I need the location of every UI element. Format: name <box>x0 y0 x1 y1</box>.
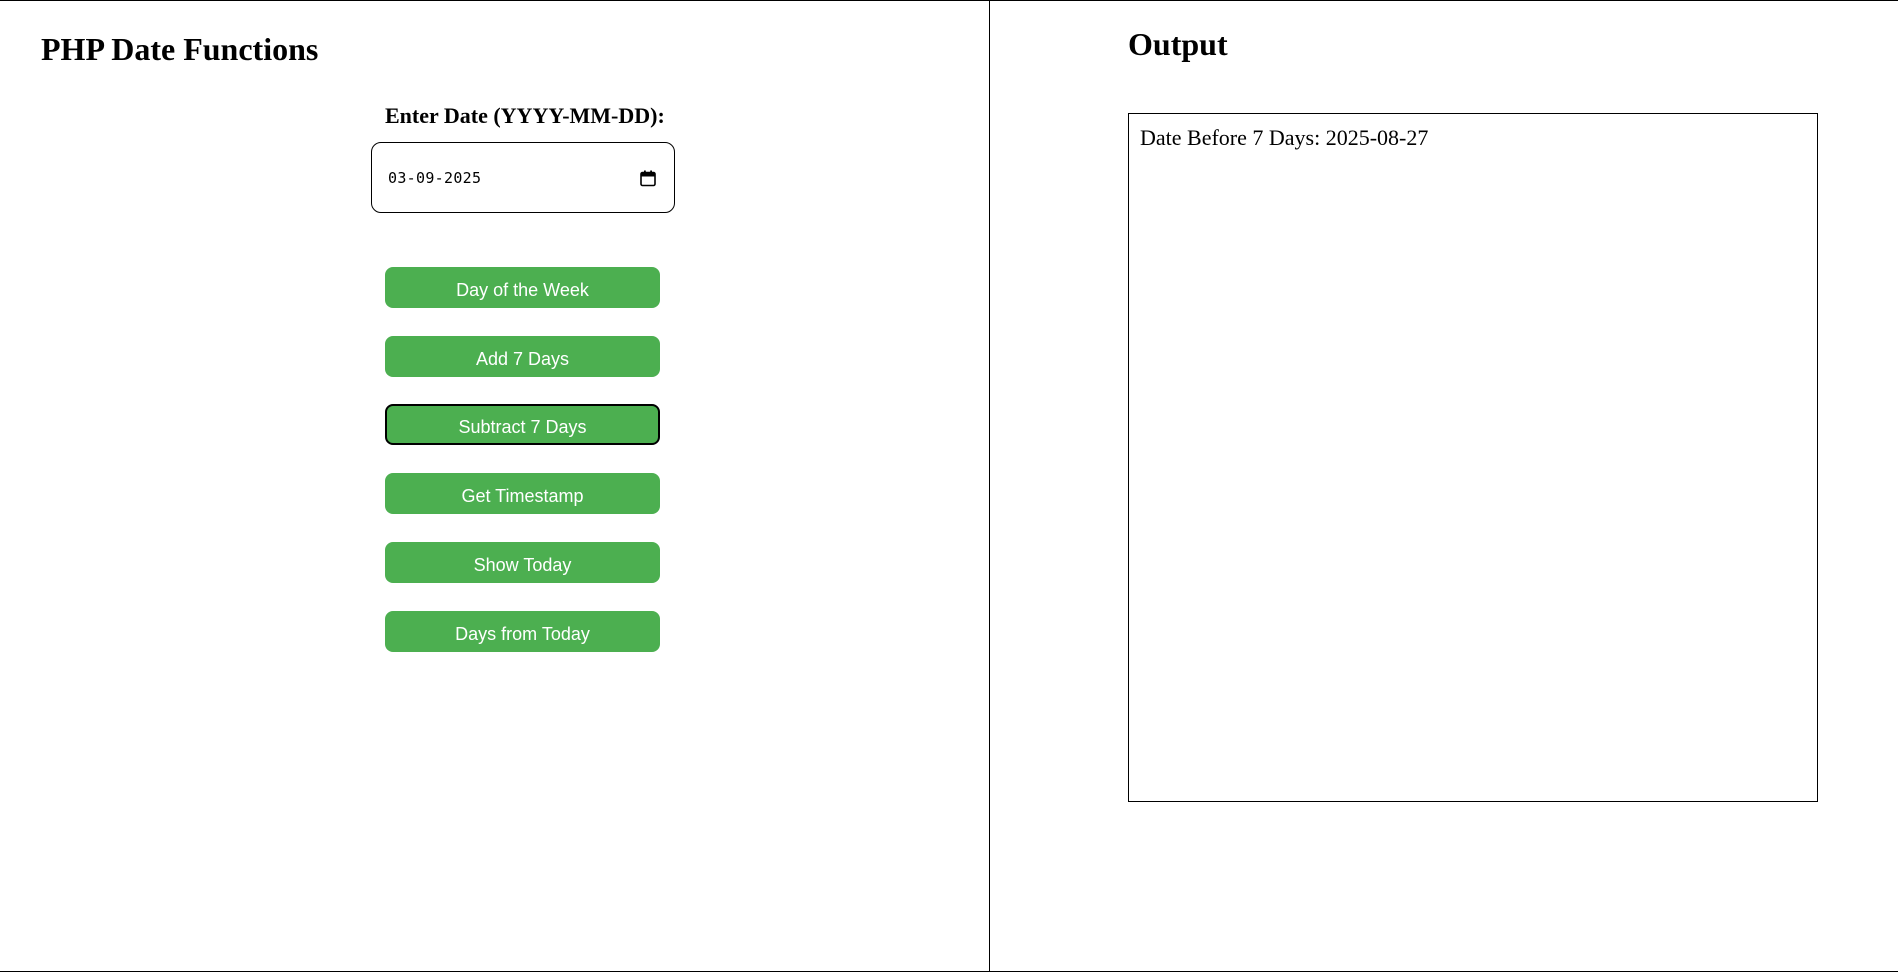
show-today-button[interactable]: Show Today <box>385 542 660 583</box>
output-title: Output <box>1128 26 1228 62</box>
day-of-week-button[interactable]: Day of the Week <box>385 267 660 308</box>
output-box: Date Before 7 Days: 2025-08-27 <box>1128 113 1818 802</box>
output-panel: Output Date Before 7 Days: 2025-08-27 <box>991 1 1898 971</box>
page-title: PHP Date Functions <box>41 31 319 67</box>
subtract-7-days-button[interactable]: Subtract 7 Days <box>385 404 660 445</box>
date-functions-panel: PHP Date Functions Enter Date (YYYY-MM-D… <box>0 1 990 971</box>
days-from-today-button[interactable]: Days from Today <box>385 611 660 652</box>
output-result: Date Before 7 Days: 2025-08-27 <box>1140 125 1429 150</box>
date-input-value[interactable]: 03-09-2025 <box>388 168 481 188</box>
date-input[interactable]: 03-09-2025 <box>371 142 675 213</box>
add-7-days-button[interactable]: Add 7 Days <box>385 336 660 377</box>
calendar-icon[interactable] <box>640 170 656 187</box>
page-frame: PHP Date Functions Enter Date (YYYY-MM-D… <box>0 0 1898 972</box>
get-timestamp-button[interactable]: Get Timestamp <box>385 473 660 514</box>
date-input-label: Enter Date (YYYY-MM-DD): <box>385 103 665 128</box>
